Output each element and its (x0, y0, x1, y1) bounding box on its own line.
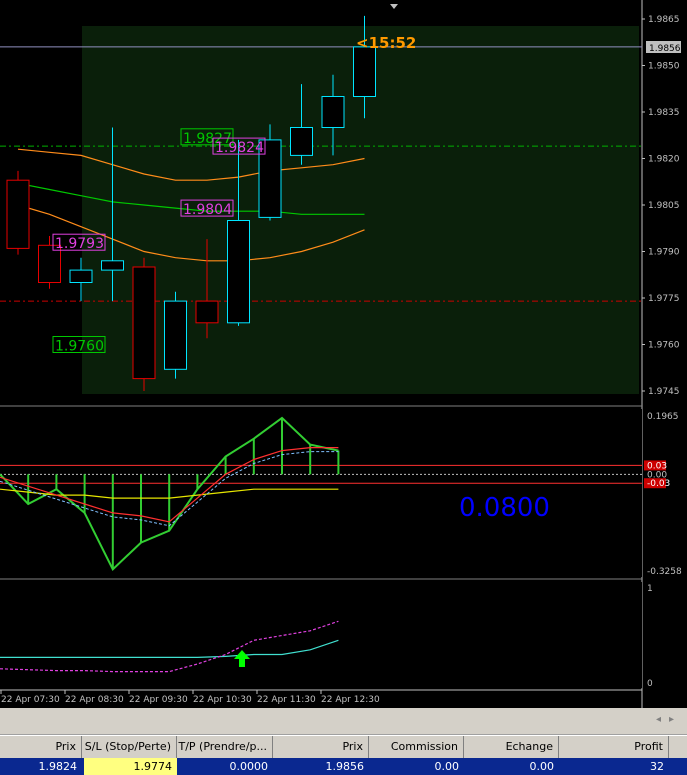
time-tick-label: 22 Apr 07:30 (1, 695, 60, 705)
price-tick-label: 1.9775 (648, 294, 680, 304)
price-tick-label: 1.9820 (648, 155, 680, 165)
price-tick-label: 1.9745 (648, 387, 680, 397)
macd-axis: 0.19650.030.00-0.03-0.3258 (644, 412, 682, 577)
time-axis: 22 Apr 07:30 22 Apr 08:30 22 Apr 09:30 22 A… (0, 690, 380, 705)
cell-swap: 0.00 (529, 760, 555, 773)
col-stop-loss[interactable]: S/L (Stop/Perte) (82, 736, 177, 758)
bear-candle (132, 266, 156, 380)
macd-axis-label: -0.03 (647, 479, 670, 489)
time-tick-label: 22 Apr 12:30 (321, 695, 380, 705)
macd-value-label: 0.0800 (459, 493, 550, 523)
bull-candle (69, 269, 93, 284)
scroll-right-icon[interactable]: ▸ (669, 714, 674, 725)
time-tick-label: 22 Apr 10:30 (193, 695, 252, 705)
current-price-tag: 1.9856 (649, 44, 681, 54)
col-profit[interactable]: Profit (559, 736, 669, 758)
bull-candle (227, 220, 250, 324)
candle-timer: <15:52 (356, 34, 416, 52)
time-tick-label: 22 Apr 09:30 (129, 695, 188, 705)
col-price[interactable]: Prix (0, 736, 82, 758)
macd-axis-label: -0.3258 (647, 567, 682, 577)
price-tick-label: 1.9790 (648, 248, 680, 258)
level-tag-label: 1.9804 (183, 202, 232, 218)
bull-candle (353, 46, 376, 97)
price-axis: 1.9865 1.9850 1.9835 1.9820 1.9805 1.9790 1.97… (642, 15, 680, 397)
price-tick-label: 1.9760 (648, 341, 680, 351)
orders-table-header: Prix S/L (Stop/Perte) T/P (Prendre/p... … (0, 735, 687, 759)
level-tag-label: 1.9824 (215, 140, 264, 156)
time-tick-label: 22 Apr 08:30 (65, 695, 124, 705)
chart-window[interactable]: 1.98271.98241.98041.97931.9760 <15:52 1.… (0, 0, 687, 708)
price-tick-label: 1.9805 (648, 201, 680, 211)
time-tick-label: 22 Apr 11:30 (257, 695, 316, 705)
cell-commission: 0.00 (434, 760, 460, 773)
bear-candle (195, 300, 219, 324)
bull-candle (101, 260, 124, 271)
price-tick-label: 1.9865 (648, 15, 680, 25)
price-tick-label: 1.9835 (648, 108, 680, 118)
cell-profit: 32 (650, 760, 664, 773)
scroll-left-icon[interactable]: ◂ (656, 714, 661, 725)
cell-stop-loss[interactable]: 1.9774 (84, 758, 177, 775)
cell-price: 1.9824 (38, 760, 78, 773)
level-tag-label: 1.9793 (55, 236, 104, 252)
bear-candle (6, 179, 30, 249)
macd-axis-label: 0.1965 (647, 412, 679, 422)
table-row[interactable]: 1.9824 1.9774 0.0000 1.9856 0.00 0.00 32 (0, 758, 687, 775)
col-take-profit[interactable]: T/P (Prendre/p... (177, 736, 273, 758)
col-commission[interactable]: Commission (369, 736, 464, 758)
stoch-axis-bottom: 0 (647, 679, 653, 689)
col-current-price[interactable]: Prix (273, 736, 369, 758)
cell-take-profit[interactable]: 0.0000 (177, 758, 273, 775)
bull-candle (321, 96, 345, 128)
price-tick-label: 1.9850 (648, 62, 680, 72)
stoch-axis-top: 1 (647, 584, 653, 594)
terminal-tabstrip: ◂ ▸ (0, 708, 687, 735)
bull-candle (164, 300, 187, 370)
stochastic-panel[interactable] (0, 582, 642, 688)
terminal-panel: ◂ ▸ Prix S/L (Stop/Perte) T/P (Prendre/p… (0, 708, 687, 775)
level-tag-label: 1.9760 (55, 339, 104, 355)
cell-current-price: 1.9856 (325, 760, 365, 773)
bull-candle (290, 127, 313, 156)
col-swap[interactable]: Echange (464, 736, 559, 758)
